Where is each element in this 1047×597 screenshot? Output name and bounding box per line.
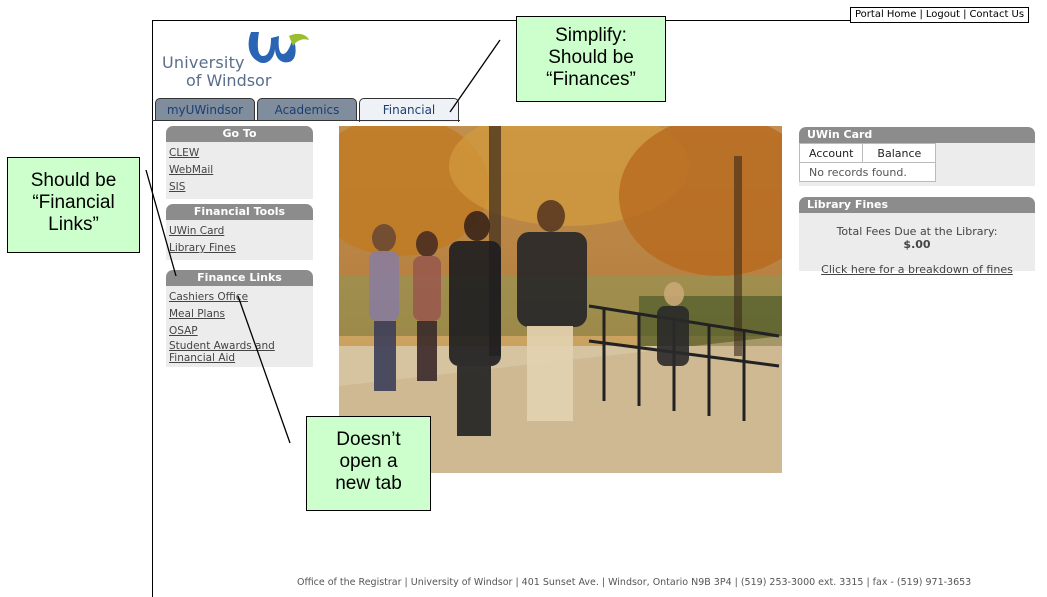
- sidebar-link-cashiers-office[interactable]: Cashiers Office: [169, 289, 310, 306]
- sidebar-goto-section: Go To CLEW WebMail SIS: [166, 126, 313, 199]
- tab-myuwindsor[interactable]: myUWindsor: [155, 98, 255, 121]
- annotation-new-tab: Doesn’t open a new tab: [306, 416, 431, 511]
- fines-amount: $.00: [903, 238, 931, 251]
- tab-bar-baseline: [152, 120, 460, 121]
- tab-academics[interactable]: Academics: [257, 98, 357, 121]
- column-header-balance: Balance: [862, 143, 937, 163]
- logout-link[interactable]: Logout: [926, 9, 960, 20]
- footer-address: Office of the Registrar | University of …: [297, 577, 972, 588]
- logo-text-university: University: [162, 53, 245, 72]
- tab-financial-matters[interactable]: Financial Matters: [359, 98, 459, 139]
- sidebar-tools-section: Financial Tools UWin Card Library Fines: [166, 204, 313, 260]
- library-fines-title: Library Fines: [799, 197, 1035, 213]
- sidebar-link-sis[interactable]: SIS: [169, 179, 310, 196]
- university-logo[interactable]: University of Windsor: [160, 28, 320, 90]
- sidebar-finance-section: Finance Links Cashiers Office Meal Plans…: [166, 270, 313, 367]
- logo-text-windsor: of Windsor: [186, 71, 272, 90]
- sidebar-link-student-awards[interactable]: Student Awards and Financial Aid: [169, 340, 310, 364]
- uwin-card-title: UWin Card: [799, 127, 1035, 143]
- uwin-card-table: Account Balance No records found.: [798, 143, 937, 182]
- column-header-account: Account: [798, 143, 864, 163]
- frame-left-border: [152, 20, 153, 597]
- annotation-financial-links: Should be “Financial Links”: [7, 157, 140, 253]
- uwin-card-panel: UWin Card Account Balance No records fou…: [798, 127, 1035, 186]
- sidebar-link-uwin-card[interactable]: UWin Card: [169, 223, 310, 240]
- annotation-simplify-finances: Simplify: Should be “Finances”: [516, 16, 666, 102]
- sidebar-tools-title: Financial Tools: [166, 204, 313, 220]
- fines-breakdown-link[interactable]: Click here for a breakdown of fines: [799, 263, 1035, 276]
- sidebar-link-meal-plans[interactable]: Meal Plans: [169, 306, 310, 323]
- sidebar-link-clew[interactable]: CLEW: [169, 145, 310, 162]
- no-records-message: No records found.: [798, 162, 937, 182]
- sidebar-link-osap[interactable]: OSAP: [169, 323, 310, 340]
- sidebar-goto-title: Go To: [166, 126, 313, 142]
- sidebar-link-webmail[interactable]: WebMail: [169, 162, 310, 179]
- library-fines-panel: Library Fines Total Fees Due at the Libr…: [799, 197, 1035, 276]
- sidebar-link-library-fines[interactable]: Library Fines: [169, 240, 310, 257]
- top-links-bar: Portal Home | Logout | Contact Us: [850, 7, 1030, 23]
- logo-wave-icon: [248, 32, 309, 64]
- fines-label: Total Fees Due at the Library:: [836, 225, 998, 238]
- contact-us-link[interactable]: Contact Us: [969, 9, 1024, 20]
- sidebar-finance-title: Finance Links: [166, 270, 313, 286]
- portal-home-link[interactable]: Portal Home: [855, 9, 916, 20]
